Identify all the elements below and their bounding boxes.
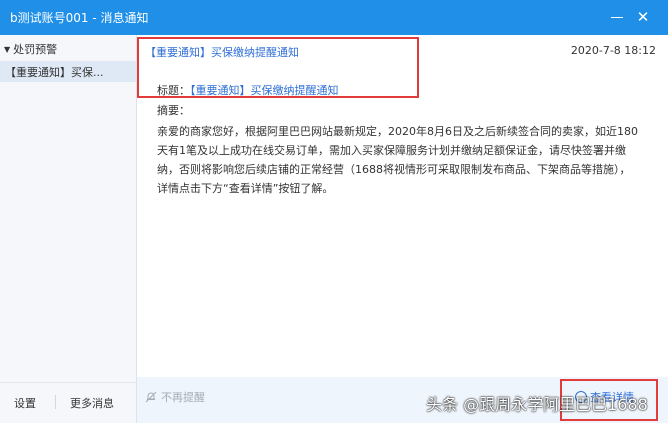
no-remind-button[interactable]: 不再提醒 — [145, 389, 205, 405]
sidebar-item-label: 【重要通知】买保... — [5, 65, 104, 79]
close-icon: ✕ — [636, 8, 650, 26]
message-body: 亲爱的商家您好，根据阿里巴巴网站最新规定，2020年8月6日及之后新续签合同的卖… — [157, 125, 638, 195]
close-button[interactable]: ✕ — [630, 0, 656, 35]
more-messages-button[interactable]: 更多消息 — [70, 395, 114, 411]
sidebar-footer: 设置 更多消息 — [0, 382, 136, 423]
message-date: 2020-7-8 18:12 — [570, 44, 656, 57]
no-remind-label: 不再提醒 — [161, 391, 205, 404]
watermark-text: 头条 @跟周永学阿里巴巴1688 — [426, 395, 648, 414]
minimize-icon — [611, 16, 623, 19]
sidebar-group-label: 处罚预警 — [13, 43, 58, 56]
bell-off-icon — [145, 391, 157, 403]
caret-down-icon: ▼ — [4, 44, 11, 54]
sidebar-group-penalty-warning[interactable]: ▼ 处罚预警 — [0, 40, 57, 58]
summary-label: 摘要： — [157, 104, 190, 117]
minimize-button[interactable] — [604, 0, 630, 35]
sidebar: ▼ 处罚预警 【重要通知】买保... 设置 更多消息 — [0, 35, 137, 423]
footer-divider — [55, 395, 56, 409]
sidebar-item-important-notice[interactable]: 【重要通知】买保... — [0, 61, 136, 82]
title-bar: b测试账号001 - 消息通知 ✕ — [0, 0, 668, 35]
highlight-box-subject — [137, 37, 419, 98]
settings-button[interactable]: 设置 — [14, 395, 36, 411]
window-title: b测试账号001 - 消息通知 — [10, 11, 149, 25]
